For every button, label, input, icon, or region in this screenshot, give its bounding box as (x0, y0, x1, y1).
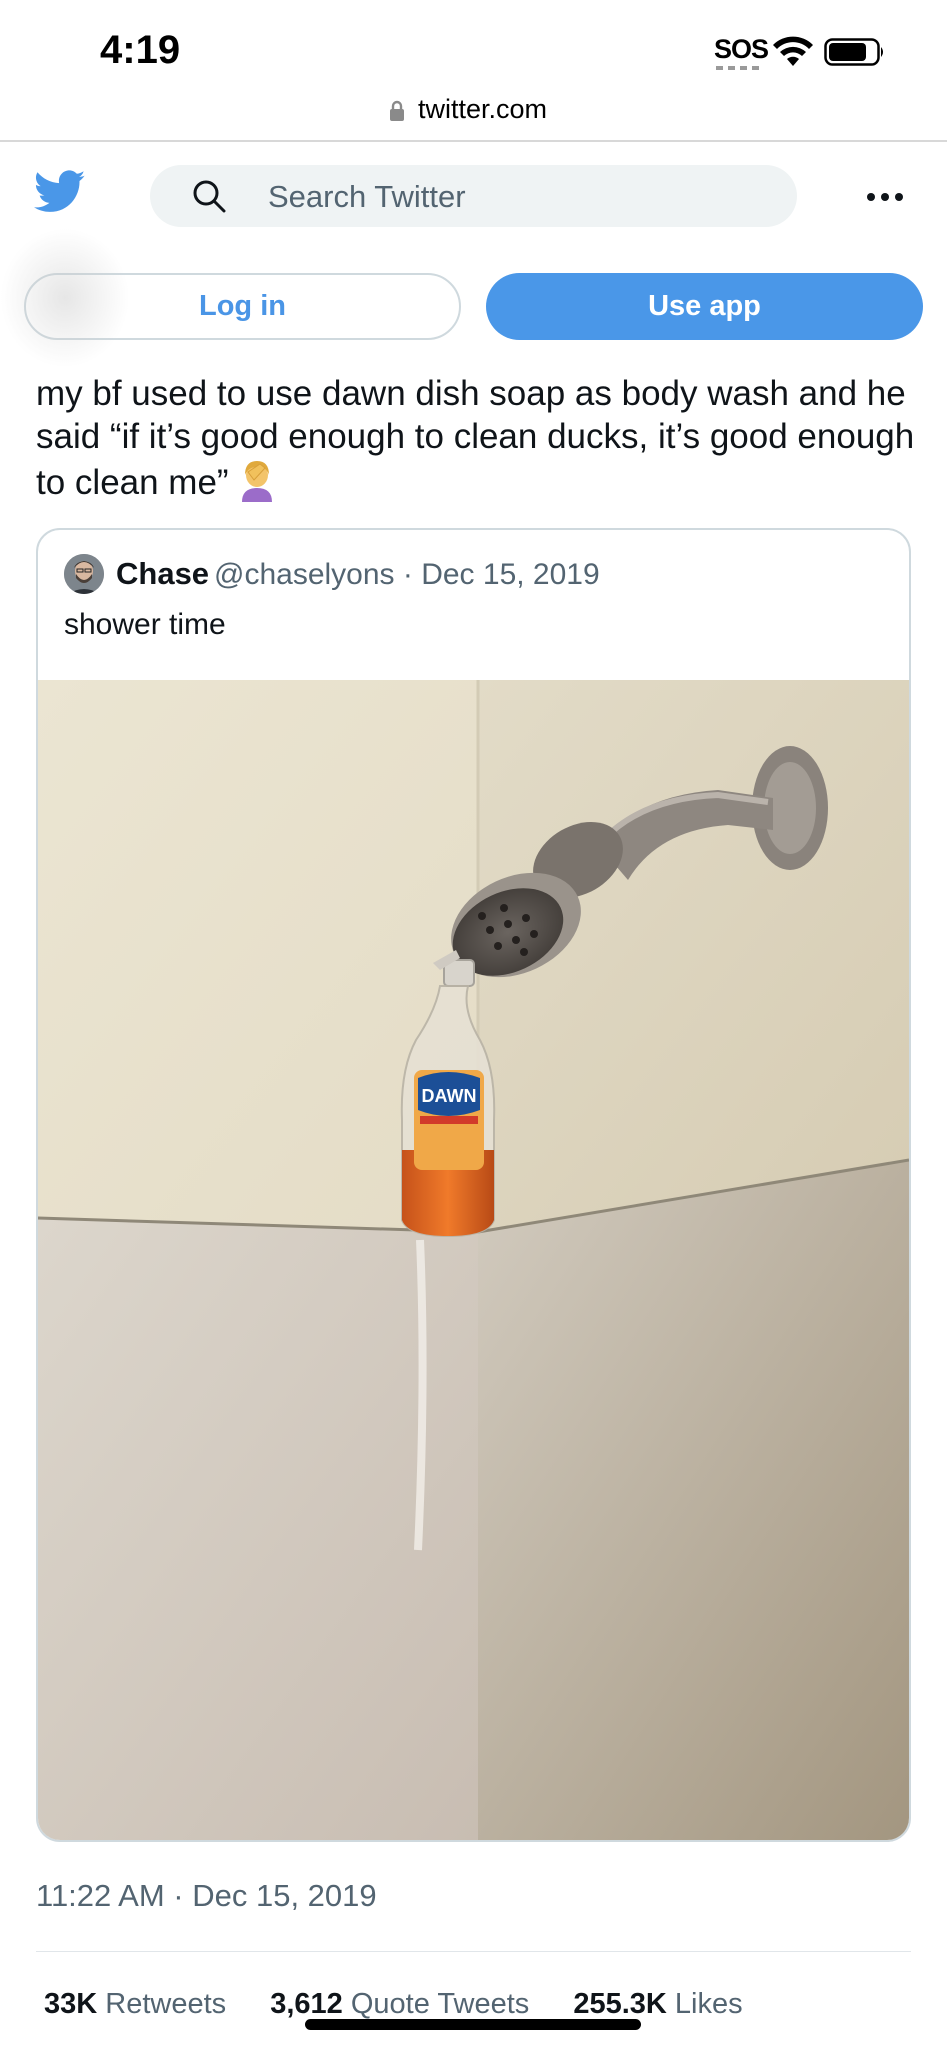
more-icon[interactable] (866, 192, 904, 202)
tweet-timestamp[interactable]: 11:22 AM · Dec 15, 2019 (36, 1878, 377, 1914)
auth-bar: Log in Use app (0, 228, 947, 368)
signal-dots (716, 66, 760, 70)
avatar[interactable] (64, 554, 104, 594)
blur-overlay (0, 228, 130, 368)
lock-icon (390, 100, 404, 121)
twitter-logo-icon[interactable] (34, 170, 86, 214)
engagement-stats: 33K Retweets 3,612 Quote Tweets 255.3K L… (44, 1988, 779, 2021)
divider (36, 1951, 911, 1952)
url-text: twitter.com (418, 94, 548, 124)
quote-handle-date: @chaselyons · Dec 15, 2019 (214, 558, 600, 591)
likes-label: Likes (674, 1988, 743, 2020)
quoted-tweet-card[interactable]: Chase @chaselyons · Dec 15, 2019 shower … (36, 528, 911, 1842)
retweets-label: Retweets (105, 1988, 227, 2020)
likes-count: 255.3K (573, 1988, 667, 2020)
retweets-count: 33K (44, 1988, 98, 2020)
bottle-label: DAWN (422, 1086, 477, 1106)
quote-author-name[interactable]: Chase (116, 556, 209, 592)
tweet-text-content: my bf used to use dawn dish soap as body… (36, 374, 915, 502)
quote-tweets-label: Quote Tweets (350, 1988, 530, 2020)
url-bar[interactable]: twitter.com (0, 88, 947, 142)
quote-tweets-count: 3,612 (270, 1988, 343, 2020)
quote-tweets-stat[interactable]: 3,612 Quote Tweets (270, 1988, 529, 2021)
wifi-icon (773, 36, 813, 66)
use-app-button[interactable]: Use app (486, 273, 923, 340)
battery-icon (824, 38, 883, 66)
sos-indicator: SOS (714, 34, 769, 64)
tweet-photo[interactable]: DAWN (38, 680, 909, 1840)
quote-text: shower time (64, 608, 226, 641)
search-input[interactable]: Search Twitter (150, 165, 797, 227)
status-time: 4:19 (100, 28, 181, 72)
likes-stat[interactable]: 255.3K Likes (573, 1988, 742, 2021)
status-bar: 4:19 SOS (0, 0, 947, 88)
facepalm-emoji (242, 461, 273, 502)
home-indicator[interactable] (305, 2019, 641, 2030)
retweets-stat[interactable]: 33K Retweets (44, 1988, 226, 2021)
tweet-text: my bf used to use dawn dish soap as body… (36, 372, 916, 504)
search-icon (193, 180, 226, 213)
search-placeholder: Search Twitter (268, 179, 466, 214)
